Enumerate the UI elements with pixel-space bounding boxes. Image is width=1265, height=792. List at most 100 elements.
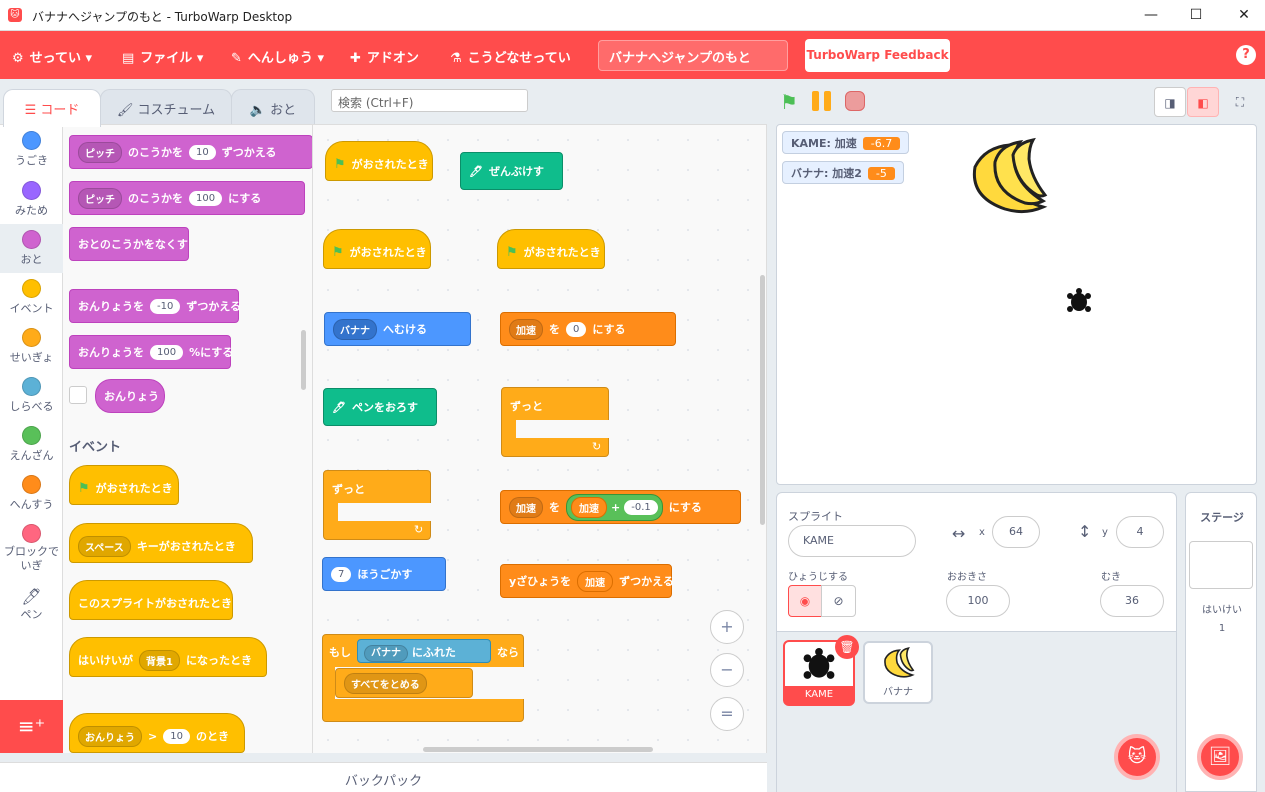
stage-thumbnail[interactable]: [1189, 541, 1253, 589]
set-volume-block[interactable]: おんりょうを 100 %にする: [69, 335, 233, 369]
change-y-block[interactable]: yざひょうを 加速 ずつかえる: [500, 564, 674, 598]
delete-trash-icon[interactable]: 🗑: [835, 635, 859, 659]
tab-code[interactable]: ☰ コード: [3, 89, 101, 127]
stop-all-block[interactable]: すべてをとめる: [335, 668, 473, 698]
sensor-dropdown[interactable]: おんりょう: [78, 725, 142, 747]
variable-reporter[interactable]: 加速: [577, 570, 614, 592]
add-backdrop-icon[interactable]: 🖼: [1197, 734, 1243, 780]
banana-sprite-icon[interactable]: [965, 137, 1049, 217]
value-input[interactable]: 10: [189, 144, 216, 160]
sprite-name-input[interactable]: KAME: [788, 525, 916, 557]
add-sprite-icon[interactable]: 🐱: [1114, 734, 1160, 780]
hide-eye-icon[interactable]: ⊘: [821, 585, 856, 617]
set-pitch-block[interactable]: ピッチ のこうかを 100 にする: [69, 181, 305, 215]
script-workspace[interactable]: ⚑ がおされたとき 🖊 ぜんぶけす ⚑ がおされたとき ⚑ がおされたとき バナナ へむけ…: [313, 124, 767, 753]
y-input[interactable]: 4: [1116, 516, 1164, 548]
key-dropdown[interactable]: スペース: [78, 535, 131, 557]
set-variable-block[interactable]: 加速を 0 にする: [500, 312, 676, 346]
erase-all-block[interactable]: 🖊 ぜんぶけす: [460, 152, 563, 190]
when-flag-clicked-block[interactable]: ⚑ がおされたとき: [325, 141, 433, 181]
category-operators[interactable]: えんざん: [0, 420, 63, 469]
advanced-settings-menu[interactable]: ⚗ こうどなせってい: [450, 47, 571, 66]
pen-down-block[interactable]: 🖊 ペンをおろす: [323, 388, 437, 426]
turtle-sprite-icon[interactable]: [1065, 288, 1093, 316]
workspace-vscrollbar[interactable]: [760, 275, 765, 525]
category-variables[interactable]: へんすう: [0, 469, 63, 518]
fullscreen-icon[interactable]: ⛶: [1224, 87, 1256, 117]
show-eye-icon[interactable]: ◉: [788, 585, 822, 617]
target-dropdown[interactable]: バナナ: [333, 318, 377, 340]
addons-menu[interactable]: ✚ アドオン: [350, 47, 419, 66]
forever-block[interactable]: ずっと ↻: [501, 387, 610, 457]
stage[interactable]: KAME: 加速 -6.7 バナナ: 加速2 -5: [776, 124, 1257, 485]
minimize-button[interactable]: —: [1136, 5, 1166, 25]
when-flag-clicked-block[interactable]: ⚑ がおされたとき: [323, 229, 431, 269]
target-dropdown[interactable]: バナナ: [364, 645, 408, 662]
value-input[interactable]: -0.1: [624, 499, 658, 515]
size-input[interactable]: 100: [946, 585, 1010, 617]
settings-menu[interactable]: ⚙ せってい ▾: [12, 47, 92, 66]
when-backdrop-switches-block[interactable]: はいけいが 背景1 になったとき: [69, 637, 267, 677]
volume-reporter[interactable]: おんりょう: [95, 379, 165, 413]
category-looks[interactable]: みため: [0, 175, 63, 224]
add-extension-icon[interactable]: ≡⁺: [0, 700, 63, 753]
category-pen[interactable]: 🖊 ペン: [0, 585, 63, 634]
zoom-reset-icon[interactable]: =: [710, 697, 744, 731]
normal-stage-icon[interactable]: ◧: [1187, 87, 1219, 117]
small-stage-icon[interactable]: ◨: [1154, 87, 1186, 117]
maximize-button[interactable]: ☐: [1181, 5, 1211, 25]
when-flag-clicked-block[interactable]: ⚑ がおされたとき: [69, 465, 179, 505]
sprite-tile-banana[interactable]: バナナ: [863, 641, 933, 704]
when-sprite-clicked-block[interactable]: このスプライトがおされたとき: [69, 580, 233, 620]
help-icon[interactable]: ?: [1236, 45, 1256, 65]
category-my-blocks[interactable]: ブロックでいぎ: [0, 518, 63, 574]
value-input[interactable]: 0: [566, 321, 587, 337]
touching-block[interactable]: バナナ にふれた: [357, 639, 491, 663]
effect-dropdown[interactable]: ピッチ: [78, 187, 122, 209]
if-then-block[interactable]: もし バナナ にふれた なら すべてをとめる: [322, 634, 525, 722]
effect-dropdown[interactable]: ピッチ: [78, 141, 122, 163]
when-key-pressed-block[interactable]: スペース キーがおされたとき: [69, 523, 253, 563]
variable-reporter[interactable]: 加速: [571, 496, 607, 518]
move-steps-block[interactable]: 7 ほうごかす: [322, 557, 446, 591]
forever-block[interactable]: ずっと ↻: [323, 470, 432, 540]
backdrop-dropdown[interactable]: 背景1: [139, 649, 180, 671]
feedback-button[interactable]: TurboWarp Feedback: [805, 39, 950, 72]
green-flag-icon[interactable]: ⚑: [780, 90, 798, 114]
variable-dropdown[interactable]: 加速: [509, 318, 543, 340]
tab-costume[interactable]: 🖌 コスチューム: [100, 89, 232, 125]
volume-monitor-checkbox[interactable]: [69, 386, 87, 404]
search-input[interactable]: 検索 (Ctrl+F): [331, 89, 528, 112]
category-sound[interactable]: おと: [0, 224, 63, 273]
project-title-input[interactable]: バナナへジャンプのもと: [598, 40, 788, 71]
point-towards-block[interactable]: バナナ へむける: [324, 312, 471, 346]
zoom-out-icon[interactable]: −: [710, 653, 744, 687]
when-flag-clicked-block[interactable]: ⚑ がおされたとき: [497, 229, 605, 269]
variable-dropdown[interactable]: 加速: [509, 496, 543, 518]
stop-icon[interactable]: [845, 91, 865, 111]
x-input[interactable]: 64: [992, 516, 1040, 548]
clear-effects-block[interactable]: おとのこうかをなくす: [69, 227, 189, 261]
palette-scrollbar[interactable]: [301, 330, 306, 390]
category-motion[interactable]: うごき: [0, 125, 63, 174]
when-greater-than-block[interactable]: おんりょう >10 のとき: [69, 713, 245, 753]
value-input[interactable]: 100: [189, 190, 223, 206]
change-variable-block[interactable]: 加速を加速 + -0.1 にする: [500, 490, 741, 524]
tab-sound[interactable]: 🔈 おと: [231, 89, 315, 125]
value-input[interactable]: 10: [163, 728, 190, 744]
zoom-in-icon[interactable]: +: [710, 610, 744, 644]
stop-dropdown[interactable]: すべてをとめる: [344, 672, 427, 694]
backpack[interactable]: バックパック: [0, 762, 767, 792]
file-menu[interactable]: ▤ ファイル ▾: [122, 47, 203, 66]
close-button[interactable]: ✕: [1229, 5, 1259, 25]
category-sensing[interactable]: しらべる: [0, 371, 63, 420]
direction-input[interactable]: 36: [1100, 585, 1164, 617]
value-input[interactable]: 100: [150, 344, 184, 360]
category-control[interactable]: せいぎょ: [0, 322, 63, 371]
category-events[interactable]: イベント: [0, 273, 63, 322]
pause-icon[interactable]: [812, 91, 834, 111]
value-input[interactable]: -10: [150, 298, 181, 314]
add-operator[interactable]: 加速 + -0.1: [566, 493, 663, 521]
value-input[interactable]: 7: [331, 566, 352, 582]
change-volume-block[interactable]: おんりょうを -10 ずつかえる: [69, 289, 241, 323]
